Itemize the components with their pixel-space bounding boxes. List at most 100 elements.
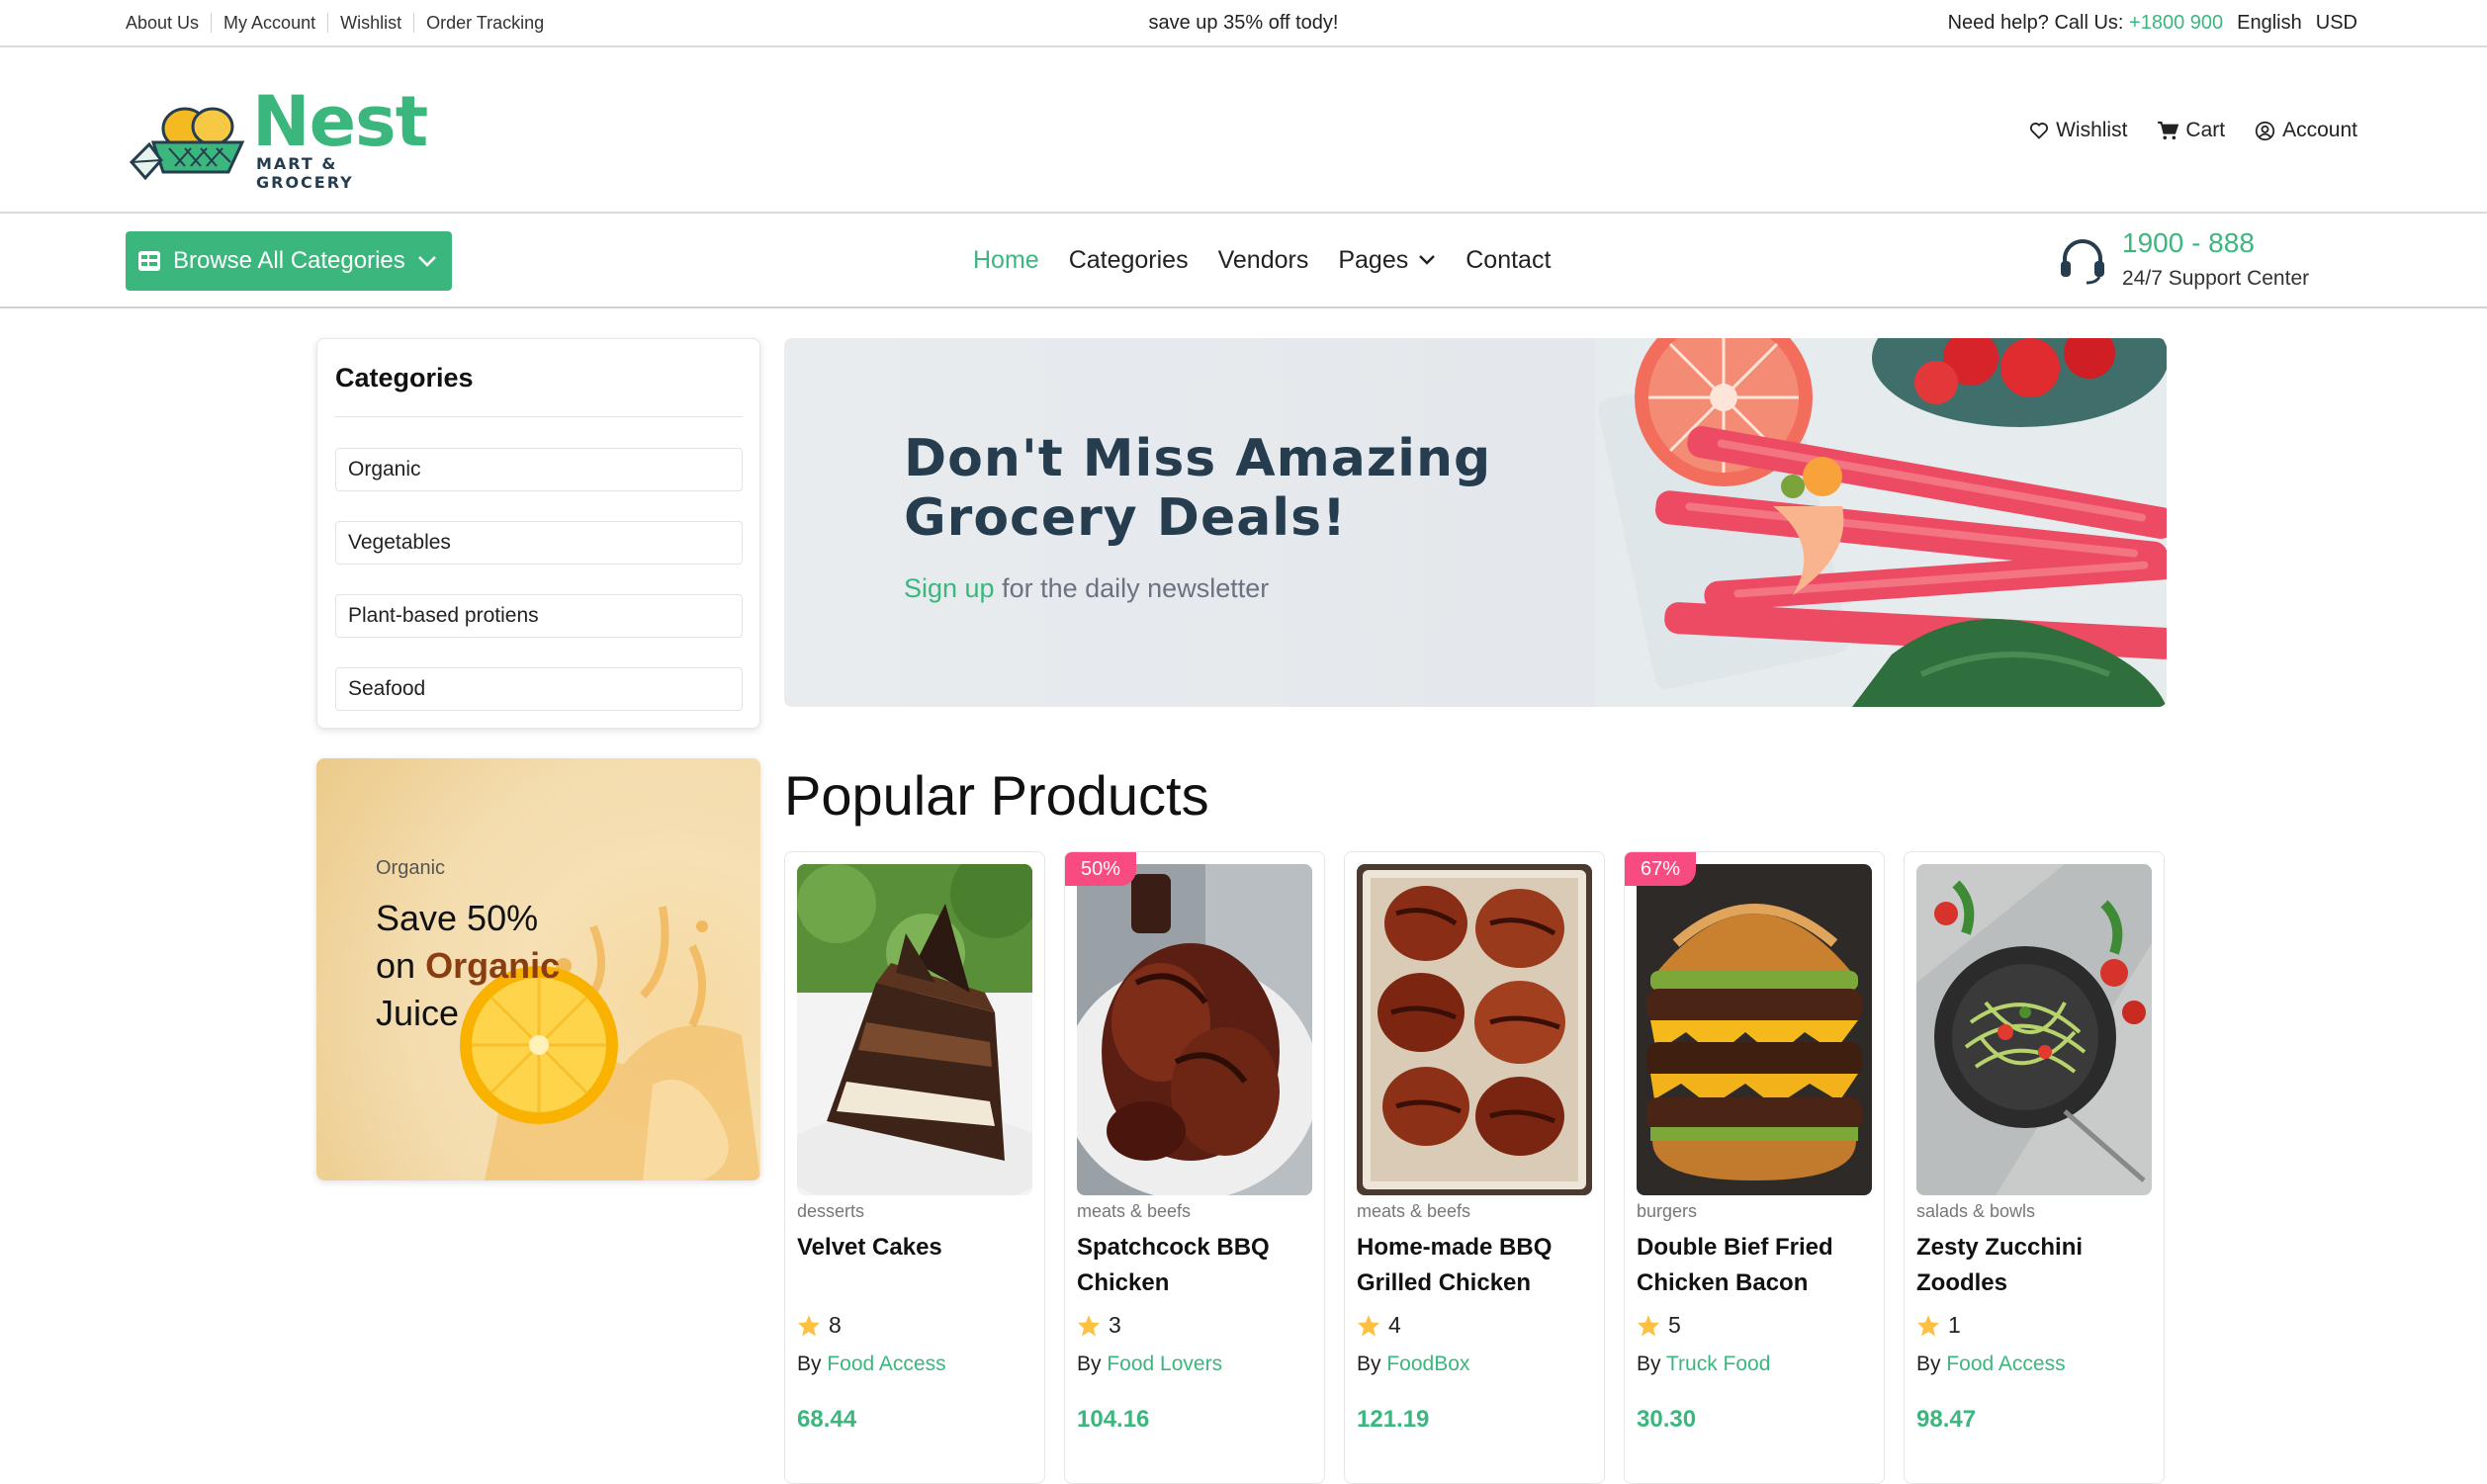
nav-pages-label: Pages	[1338, 245, 1409, 274]
wishlist-link[interactable]: Wishlist	[328, 13, 415, 33]
order-tracking-link[interactable]: Order Tracking	[414, 13, 556, 33]
help-label: Need help? Call Us:	[1947, 11, 2124, 34]
promo-line-2: on Organic	[376, 942, 560, 990]
account-label: Account	[2282, 119, 2357, 141]
logo-basket-icon	[129, 107, 245, 180]
category-vegetables[interactable]: Vegetables	[335, 521, 743, 565]
promo-banner-organic-juice[interactable]: Organic Save 50% on Organic Juice	[316, 758, 760, 1180]
promo-line-3: Juice	[376, 993, 460, 1033]
currency-selector[interactable]: USD	[2316, 12, 2357, 35]
signup-link[interactable]: Sign up	[904, 573, 995, 603]
vendor-link[interactable]: Food Access	[1946, 1353, 2065, 1375]
star-icon	[1358, 1314, 1379, 1336]
popular-products-title: Popular Products	[784, 764, 1209, 827]
product-image[interactable]	[1637, 864, 1872, 1195]
browse-categories-button[interactable]: Browse All Categories	[126, 231, 452, 291]
star-icon	[1078, 1314, 1100, 1336]
promo-line-1: Save 50%	[376, 898, 539, 938]
support-label: 24/7 Support Center	[2122, 267, 2310, 290]
product-name[interactable]: Home-made BBQ Grilled Chicken	[1357, 1230, 1594, 1301]
nav-categories[interactable]: Categories	[1069, 246, 1189, 275]
product-category: desserts	[797, 1201, 865, 1221]
nav-contact[interactable]: Contact	[1466, 246, 1551, 275]
zucchini-zoodles-image	[1916, 864, 2152, 1195]
promo-highlight: Organic	[425, 945, 561, 986]
language-selector[interactable]: English	[2237, 12, 2302, 35]
support-number: 1900 - 888	[2122, 227, 2255, 258]
product-vendor: By Truck Food	[1637, 1353, 1770, 1376]
product-category: burgers	[1637, 1201, 1698, 1221]
nav-vendors[interactable]: Vendors	[1218, 246, 1309, 275]
header-actions: Wishlist Cart Account	[2029, 47, 2357, 214]
vendor-link[interactable]: Food Access	[827, 1353, 945, 1375]
category-organic[interactable]: Organic	[335, 448, 743, 491]
wishlist-button[interactable]: Wishlist	[2029, 119, 2127, 142]
category-plant-based[interactable]: Plant-based protiens	[335, 594, 743, 638]
product-card[interactable]: desserts Velvet Cakes 8 By Food Access 6…	[784, 851, 1045, 1484]
rating-value: 5	[1668, 1312, 1681, 1338]
product-name[interactable]: Velvet Cakes	[797, 1230, 1034, 1266]
by-label: By	[1637, 1353, 1661, 1375]
nav-pages[interactable]: Pages	[1338, 246, 1436, 275]
product-category: meats & beefs	[1077, 1201, 1192, 1221]
category-seafood[interactable]: Seafood	[335, 667, 743, 711]
product-card[interactable]: 50% meats & beefs Spatchcock BBQ Chicken…	[1064, 851, 1325, 1484]
product-vendor: By Food Access	[1916, 1353, 2066, 1376]
product-vendor: By Food Access	[797, 1353, 946, 1376]
star-icon	[1917, 1314, 1939, 1336]
user-circle-icon	[2255, 121, 2275, 140]
product-price: 30.30	[1637, 1406, 1697, 1433]
product-price: 98.47	[1916, 1406, 1977, 1433]
help-phone[interactable]: +1800 900	[2129, 12, 2223, 34]
product-name[interactable]: Spatchcock BBQ Chicken	[1077, 1230, 1314, 1301]
by-label: By	[1357, 1353, 1381, 1375]
cart-button[interactable]: Cart	[2157, 119, 2225, 142]
product-price: 104.16	[1077, 1406, 1150, 1433]
account-button[interactable]: Account	[2255, 119, 2357, 142]
about-us-link[interactable]: About Us	[126, 13, 213, 33]
product-image[interactable]	[1916, 864, 2152, 1195]
product-vendor: By Food Lovers	[1077, 1353, 1222, 1376]
nav-home[interactable]: Home	[973, 246, 1039, 275]
nav-menu: Home Categories Vendors Pages Contact	[973, 214, 1551, 306]
product-price: 68.44	[797, 1406, 857, 1433]
logo[interactable]: Nest MART & GROCERY	[126, 81, 442, 192]
rating-value: 1	[1948, 1312, 1961, 1338]
vendor-link[interactable]: FoodBox	[1386, 1353, 1469, 1375]
rating-value: 4	[1388, 1312, 1401, 1338]
by-label: By	[1916, 1353, 1941, 1375]
product-name[interactable]: Double Bief Fried Chicken Bacon	[1637, 1230, 1874, 1301]
categories-card: Categories Organic Vegetables Plant-base…	[316, 338, 760, 729]
product-image[interactable]	[1077, 864, 1312, 1195]
wishlist-label: Wishlist	[2056, 119, 2128, 141]
product-card[interactable]: meats & beefs Home-made BBQ Grilled Chic…	[1344, 851, 1605, 1484]
header: Nest MART & GROCERY Wishlist Cart Accoun…	[0, 47, 2487, 214]
support-center[interactable]: 1900 - 888 24/7 Support Center	[2053, 227, 2350, 297]
headset-icon	[2061, 239, 2104, 285]
product-category: meats & beefs	[1357, 1201, 1471, 1221]
logo-tagline: MART & GROCERY	[256, 154, 354, 192]
vendor-link[interactable]: Truck Food	[1666, 1353, 1770, 1375]
promo-tag: Organic	[376, 857, 446, 879]
vendor-link[interactable]: Food Lovers	[1107, 1353, 1222, 1375]
product-card[interactable]: 67% burgers Double Bief Fried Chicken Ba…	[1624, 851, 1885, 1484]
product-name[interactable]: Zesty Zucchini Zoodles	[1916, 1230, 2154, 1301]
hero-subtitle-text: for the daily newsletter	[1002, 573, 1270, 603]
hero-banner: Don't Miss Amazing Grocery Deals! Sign u…	[784, 338, 2167, 707]
by-label: By	[1077, 1353, 1102, 1375]
topbar-help: Need help? Call Us: +1800 900 English US…	[1948, 0, 2357, 45]
grid-icon	[138, 251, 160, 271]
chevron-down-icon	[1419, 255, 1436, 265]
heart-icon	[2030, 123, 2049, 139]
product-image[interactable]	[797, 864, 1032, 1195]
main-nav: Browse All Categories Home Categories Ve…	[0, 214, 2487, 308]
fruit-rhubarb-image	[1595, 338, 2167, 707]
promo-line-2-prefix: on	[376, 945, 416, 986]
my-account-link[interactable]: My Account	[212, 13, 329, 33]
product-card[interactable]: salads & bowls Zesty Zucchini Zoodles 1 …	[1904, 851, 2165, 1484]
rating-value: 8	[829, 1312, 842, 1338]
star-icon	[1638, 1314, 1659, 1336]
top-links: About Us My Account Wishlist Order Track…	[126, 0, 556, 45]
by-label: By	[797, 1353, 822, 1375]
product-image[interactable]	[1357, 864, 1592, 1195]
